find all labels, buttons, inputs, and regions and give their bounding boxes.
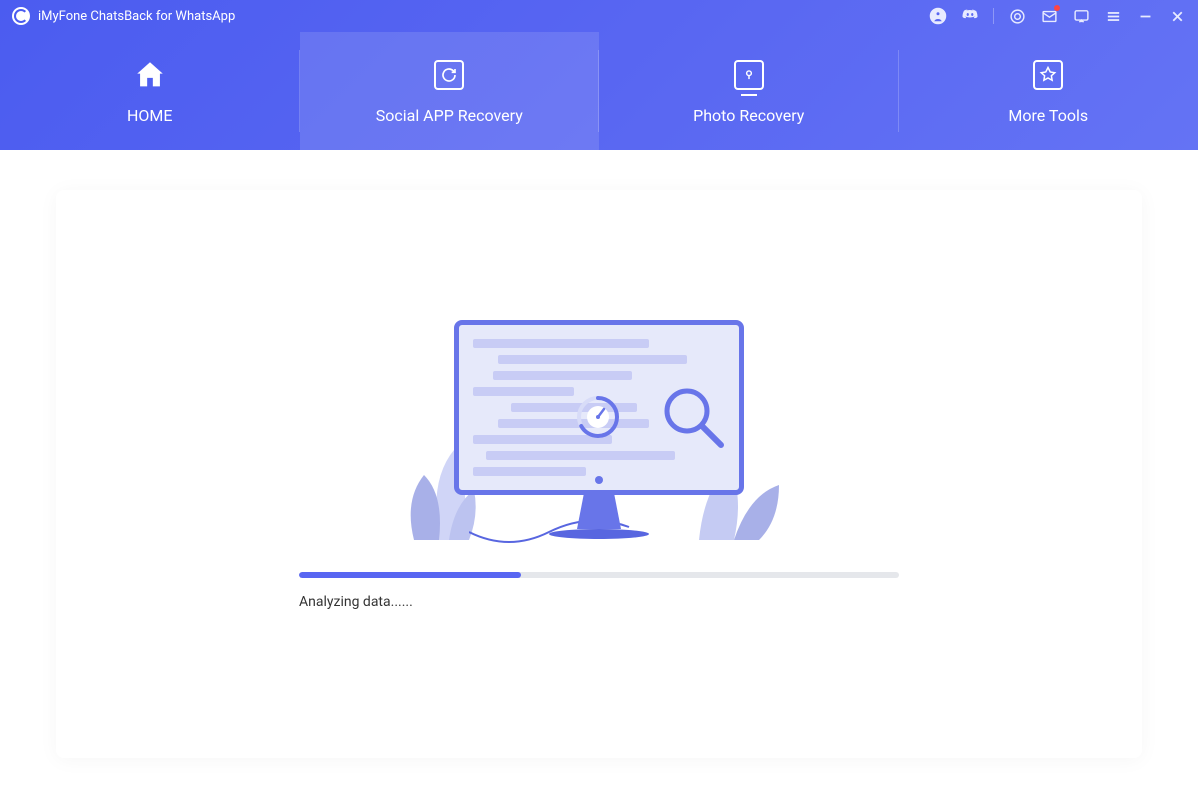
home-icon <box>133 58 167 92</box>
tab-social-label: Social APP Recovery <box>376 106 523 125</box>
minimize-icon[interactable] <box>1136 7 1154 25</box>
photo-icon <box>732 58 766 92</box>
main-card: Analyzing data...... <box>56 190 1142 758</box>
tools-icon <box>1031 58 1065 92</box>
tab-home-label: HOME <box>127 106 172 125</box>
settings-icon[interactable] <box>1008 7 1026 25</box>
close-icon[interactable] <box>1168 7 1186 25</box>
progress-status: Analyzing data...... <box>299 594 899 610</box>
progress-bar <box>299 572 899 578</box>
discord-icon[interactable] <box>961 7 979 25</box>
tab-photo-recovery[interactable]: Photo Recovery <box>599 32 899 150</box>
feedback-icon[interactable] <box>1072 7 1090 25</box>
analyzing-illustration <box>399 320 799 540</box>
tab-social-recovery[interactable]: Social APP Recovery <box>300 32 600 150</box>
profile-icon[interactable] <box>929 7 947 25</box>
tab-more-tools[interactable]: More Tools <box>899 32 1198 150</box>
progress-fill <box>299 572 521 578</box>
titlebar: iMyFone ChatsBack for WhatsApp <box>0 0 1198 32</box>
app-logo-icon <box>12 7 30 25</box>
main-nav: HOME Social APP Recovery Photo Recovery <box>0 32 1198 150</box>
header: iMyFone ChatsBack for WhatsApp <box>0 0 1198 150</box>
tab-photo-label: Photo Recovery <box>693 106 804 125</box>
tab-tools-label: More Tools <box>1008 106 1088 125</box>
progress-section: Analyzing data...... <box>299 572 899 610</box>
refresh-icon <box>432 58 466 92</box>
tab-home[interactable]: HOME <box>0 32 300 150</box>
mail-icon[interactable] <box>1040 7 1058 25</box>
menu-icon[interactable] <box>1104 7 1122 25</box>
app-title: iMyFone ChatsBack for WhatsApp <box>38 9 235 24</box>
